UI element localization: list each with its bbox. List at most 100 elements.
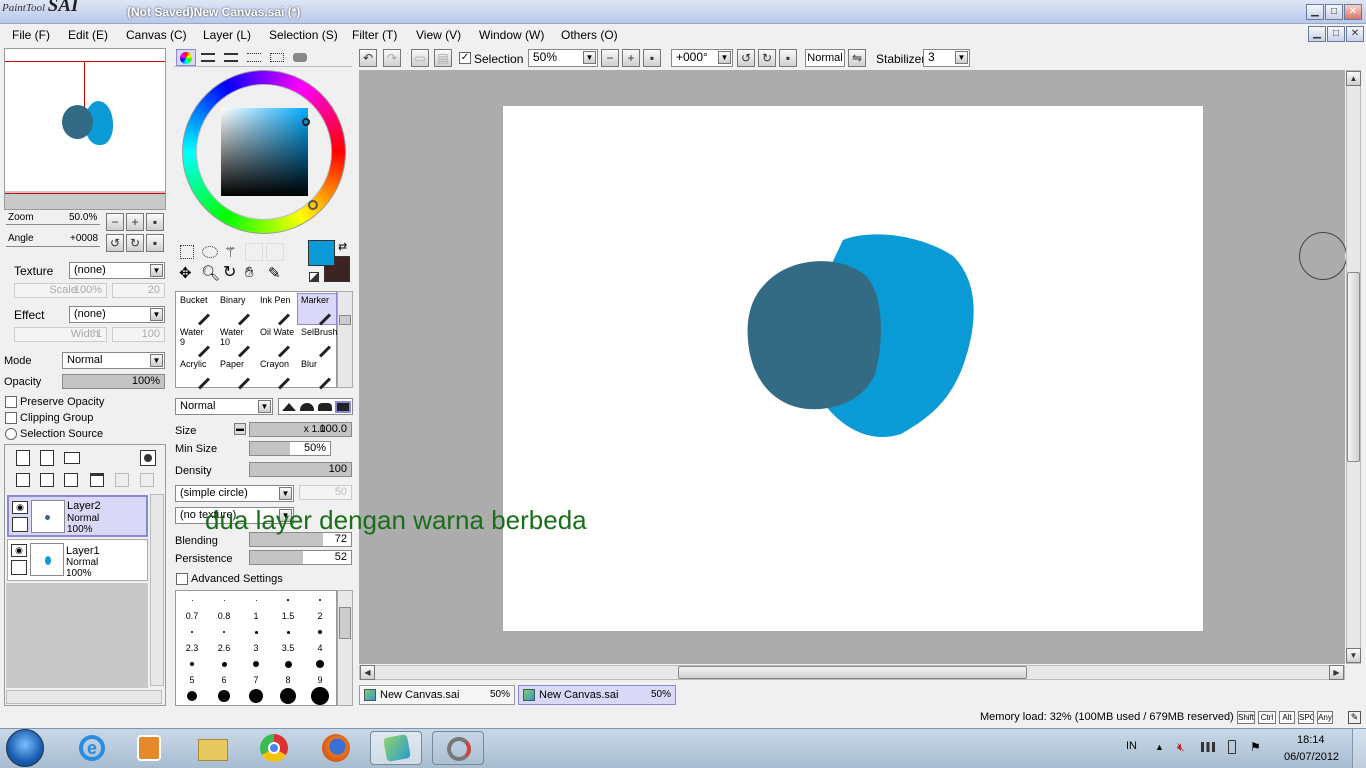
brush-size-dot[interactable] [280, 688, 296, 704]
taskbar-explorer-icon[interactable] [186, 731, 238, 765]
layer-h-scrollbar[interactable] [6, 690, 162, 704]
toolbar-zoom-reset-button[interactable]: ▪ [643, 49, 661, 67]
angle-slider[interactable] [6, 246, 100, 247]
taskbar-sai-icon[interactable] [370, 731, 422, 765]
taskbar-app-icon[interactable] [432, 731, 484, 765]
hsv-slider-tab[interactable] [224, 53, 238, 62]
menu-window[interactable]: Window (W) [479, 28, 544, 42]
brush-size-label[interactable]: 1 [244, 611, 268, 621]
brush-size-label[interactable]: 2.6 [212, 643, 236, 653]
clipping-group-checkbox[interactable] [5, 412, 17, 424]
tool-oil-wate[interactable]: Oil Wate [256, 325, 296, 358]
canvas-tab-1[interactable]: New Canvas.sai 50% [359, 685, 515, 705]
magic-wand-icon[interactable]: ⚚ [224, 244, 238, 260]
child-restore-button[interactable]: □ [1327, 26, 1345, 42]
brush-mode-select[interactable]: Normal ▼ [175, 398, 273, 415]
brush-size-dot[interactable] [311, 687, 329, 705]
language-indicator[interactable]: IN [1126, 740, 1137, 752]
brush-size-label[interactable]: 6 [212, 675, 236, 685]
taskbar-firefox-icon[interactable] [310, 731, 362, 765]
brush-size-dot[interactable] [254, 630, 258, 634]
taskbar-ie-icon[interactable]: e [66, 731, 118, 765]
taskbar-media-player-icon[interactable] [124, 731, 176, 765]
tool-acrylic[interactable]: Acrylic [176, 357, 216, 390]
zoom-slider[interactable] [6, 224, 100, 225]
toolbar-rotate-right-button[interactable]: ↻ [758, 49, 776, 67]
hue-picker-handle[interactable] [308, 200, 318, 210]
brush-size-dot[interactable] [190, 662, 194, 666]
brush-size-dot[interactable] [191, 599, 193, 601]
swap-colors-icon[interactable]: ⇄ [338, 240, 347, 253]
brush-size-label[interactable]: 2 [308, 611, 332, 621]
tool-water-9[interactable]: Water 9 [176, 325, 216, 358]
layer-row-layer2[interactable]: ◉ Layer2 Normal 100% [7, 495, 148, 537]
start-button[interactable] [6, 729, 44, 767]
deselect-button[interactable]: ▭ [411, 49, 429, 67]
advanced-settings-checkbox[interactable] [176, 573, 188, 585]
clock-date[interactable]: 06/07/2012 [1284, 751, 1339, 763]
merge-down-icon[interactable] [40, 473, 54, 487]
tool-binary[interactable]: Binary [216, 293, 256, 326]
brush-size-label[interactable]: 2.3 [180, 643, 204, 653]
brush-size-dot[interactable] [249, 689, 263, 703]
pen-pressure-icon[interactable]: ✎ [1348, 711, 1361, 724]
zoom-out-button[interactable]: − [106, 213, 124, 231]
layer-mode-select[interactable]: Normal ▼ [62, 352, 165, 369]
action-center-flag-icon[interactable]: ⚑ [1250, 740, 1261, 754]
delete-layer-icon[interactable] [90, 473, 104, 487]
rgb-slider-tab[interactable] [201, 53, 215, 62]
brush-size-dot[interactable] [255, 599, 257, 601]
color-wheel-tab[interactable] [176, 49, 196, 66]
menu-selection[interactable]: Selection (S) [269, 28, 338, 42]
zoom-tool-icon[interactable]: 🔍︎ [201, 266, 220, 282]
size-presets-scroll-thumb[interactable] [339, 607, 351, 639]
brush-size-dot[interactable] [286, 630, 290, 634]
rotate-reset-button[interactable]: ▪ [146, 234, 164, 252]
brush-size-dot[interactable] [221, 661, 227, 667]
menu-layer[interactable]: Layer (L) [203, 28, 251, 42]
close-button[interactable]: ✕ [1344, 4, 1362, 20]
swatches-tab[interactable] [270, 53, 284, 62]
taskbar-chrome-icon[interactable] [248, 731, 300, 765]
tray-expand-icon[interactable]: ▲ [1155, 742, 1164, 752]
network-signal-icon[interactable] [1201, 742, 1215, 752]
child-close-button[interactable]: ✕ [1346, 26, 1364, 42]
brush-size-dot[interactable] [218, 690, 230, 702]
eye-icon[interactable]: ◉ [12, 501, 28, 514]
scroll-down-button[interactable]: ▼ [1346, 648, 1361, 663]
lasso-icon[interactable] [202, 246, 218, 258]
selection-source-checkbox[interactable] [5, 428, 17, 440]
brush-size-label[interactable]: 0.7 [180, 611, 204, 621]
effect-select[interactable]: (none) ▼ [69, 306, 165, 323]
pen-lock-icon[interactable] [12, 517, 28, 532]
clock-time[interactable]: 18:14 [1297, 734, 1325, 746]
brush-size-dot[interactable] [187, 691, 197, 701]
texture-select[interactable]: (none) ▼ [69, 262, 165, 279]
scratchpad-tab[interactable] [293, 53, 307, 62]
brush-size-label[interactable]: 3.5 [276, 643, 300, 653]
new-layer-icon[interactable] [16, 450, 30, 466]
brush-size-label[interactable]: 5 [180, 675, 204, 685]
canvas-h-scroll-thumb[interactable] [678, 666, 1027, 679]
layer-opacity-slider[interactable]: 100% [62, 374, 165, 389]
brush-size-dot[interactable] [223, 631, 225, 633]
tool-blur[interactable]: Blur [297, 357, 337, 390]
redo-button[interactable]: ↷ [383, 49, 401, 67]
zoom-select[interactable]: 50% ▼ [528, 49, 598, 67]
scroll-right-button[interactable]: ▶ [1329, 665, 1344, 680]
brush-shape-select[interactable]: (simple circle) ▼ [175, 485, 294, 502]
selection-checkbox[interactable]: ✓ [459, 52, 471, 64]
foreground-color-swatch[interactable] [308, 240, 335, 266]
maximize-button[interactable]: □ [1325, 4, 1343, 20]
sv-picker-handle[interactable] [302, 118, 310, 126]
saturation-value-square[interactable] [221, 108, 308, 196]
pen-lock-icon[interactable] [11, 560, 27, 575]
brush-size-dot[interactable] [318, 630, 322, 634]
clear-layer-icon[interactable] [64, 473, 78, 487]
brush-size-slider[interactable]: x 1.0100.0 [249, 422, 352, 437]
brush-size-label[interactable]: 8 [276, 675, 300, 685]
rotate-right-button[interactable]: ↻ [126, 234, 144, 252]
tool-marker[interactable]: Marker [297, 293, 337, 326]
layer-row-layer1[interactable]: ◉ Layer1 Normal 100% [7, 539, 148, 581]
tool-selbrush[interactable]: SelBrush [297, 325, 338, 358]
